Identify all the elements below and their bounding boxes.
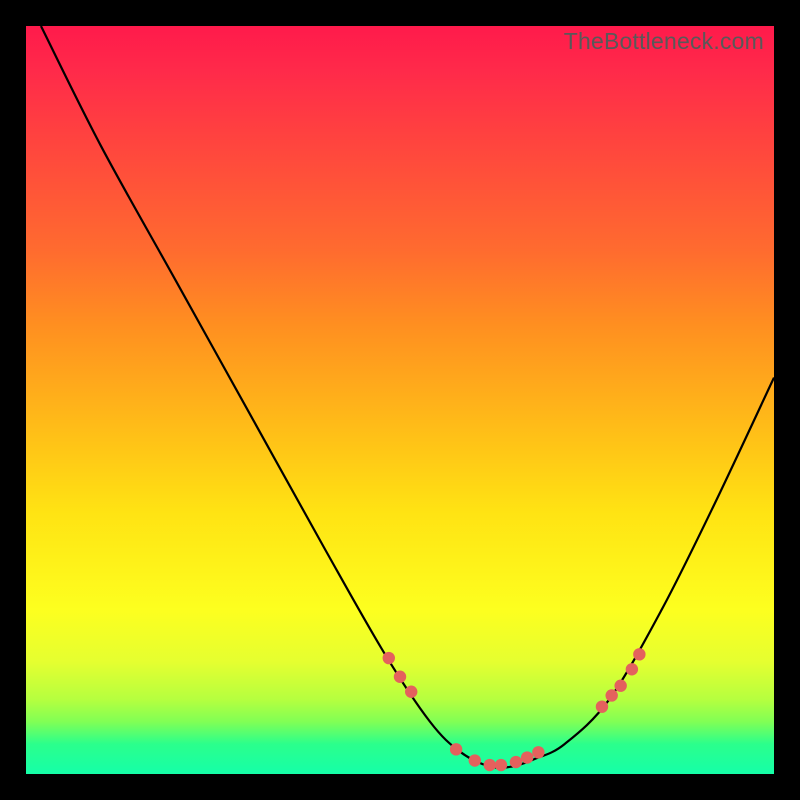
frame: TheBottleneck.com (0, 0, 800, 800)
gradient-plot-area: TheBottleneck.com (26, 26, 774, 774)
marker-dot (484, 759, 496, 771)
marker-dot (596, 700, 608, 712)
marker-dot (521, 751, 533, 763)
marker-dot (633, 648, 645, 660)
marker-dot (532, 746, 544, 758)
marker-dot (510, 756, 522, 768)
chart-svg (26, 26, 774, 774)
marker-dot (383, 652, 395, 664)
marker-dot (605, 689, 617, 701)
marker-dot (450, 743, 462, 755)
marker-dot (394, 671, 406, 683)
marker-dot (405, 686, 417, 698)
bottleneck-curve (41, 26, 774, 768)
marker-dot (469, 754, 481, 766)
marker-dot (614, 680, 626, 692)
marker-dot (626, 663, 638, 675)
marker-dot (495, 759, 507, 771)
